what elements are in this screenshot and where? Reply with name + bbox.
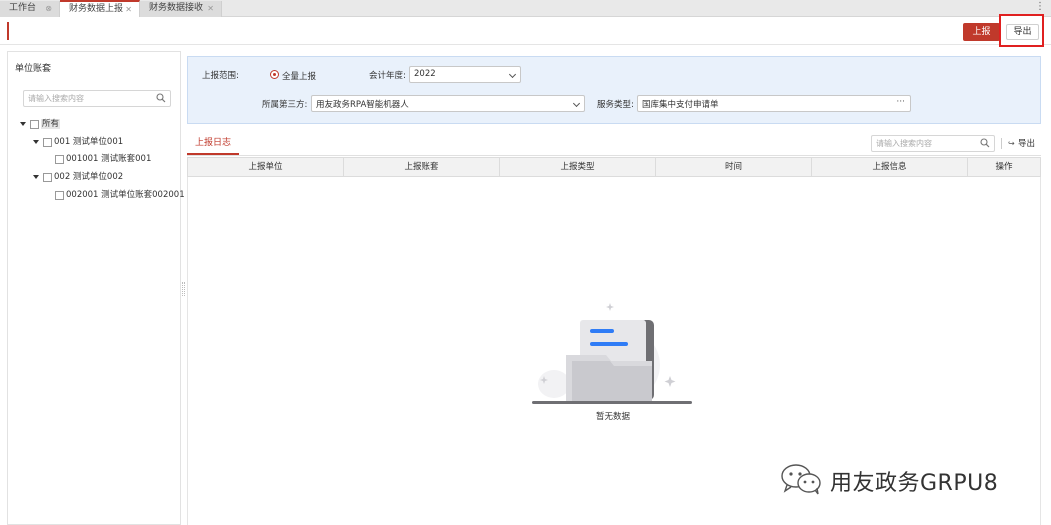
search-icon[interactable]	[980, 138, 990, 148]
third-party-select[interactable]: 用友政务RPA智能机器人	[311, 95, 585, 112]
tree-checkbox[interactable]	[30, 119, 39, 129]
column-header[interactable]: 上报单位	[188, 158, 344, 176]
panel-resize-handle[interactable]	[182, 282, 185, 296]
year-label: 会计年度:	[369, 71, 406, 81]
tree-search-box	[23, 90, 171, 107]
search-icon[interactable]	[156, 93, 166, 103]
watermark-text: 用友政务GRPU8	[830, 471, 999, 496]
report-button[interactable]: 上报	[963, 23, 1000, 41]
tree-label: 002 测试单位002	[54, 172, 124, 182]
year-select[interactable]: 2022	[409, 66, 521, 83]
filter-panel: 上报范围: 全量上报 会计年度: 2022 所属第三方: 用友政务RPA智能机器…	[187, 56, 1041, 124]
tab-report-log[interactable]: 上报日志	[187, 133, 239, 155]
service-type-label: 服务类型:	[597, 100, 634, 110]
tab-finance-receive[interactable]: 财务数据接收 ✕	[140, 1, 222, 17]
tree-checkbox[interactable]	[55, 190, 64, 200]
column-header[interactable]: 上报信息	[812, 158, 968, 176]
tab-label: 财务数据上报	[69, 4, 124, 14]
close-icon[interactable]: ⊗	[45, 1, 52, 16]
export-icon: ↪	[1008, 139, 1015, 148]
service-type-value: 国库集中支付申请单	[642, 100, 719, 110]
tab-bar: 工作台 ⊗ 财务数据上报 ✕ 财务数据接收 ✕ ⋮	[0, 0, 1051, 17]
tree-label: 001 测试单位001	[54, 137, 124, 147]
chevron-down-icon	[572, 99, 581, 108]
tree-checkbox[interactable]	[55, 154, 64, 164]
tree-node-all[interactable]: 所有	[20, 117, 61, 131]
tree-label: 所有	[41, 119, 61, 129]
caret-down-icon[interactable]	[33, 175, 39, 179]
third-party-value: 用友政务RPA智能机器人	[316, 100, 409, 110]
tree-label: 001001 测试账套001	[66, 154, 152, 164]
more-vertical-icon[interactable]: ⋮	[1035, 2, 1045, 12]
column-header[interactable]: 上报账套	[344, 158, 500, 176]
close-icon[interactable]: ✕	[125, 2, 132, 17]
third-party-label: 所属第三方:	[262, 100, 308, 110]
empty-state-text: 暂无数据	[595, 412, 630, 422]
export-button[interactable]: 导出	[1006, 24, 1039, 40]
log-search-box	[871, 135, 995, 152]
tab-label: 财务数据接收	[149, 3, 204, 13]
tab-label: 工作台	[9, 3, 37, 13]
table-header: 上报单位 上报账套 上报类型 时间 上报信息 操作	[187, 157, 1041, 177]
year-value: 2022	[414, 69, 436, 79]
caret-down-icon[interactable]	[20, 122, 26, 126]
close-icon[interactable]: ✕	[207, 1, 214, 16]
tree-label: 002001 测试单位账套002001	[66, 190, 185, 200]
export-highlight-box: 导出	[999, 14, 1044, 47]
column-header[interactable]: 时间	[656, 158, 812, 176]
divider	[187, 155, 1041, 156]
scope-option-label[interactable]: 全量上报	[282, 70, 316, 82]
more-horizontal-icon[interactable]: ···	[896, 97, 905, 107]
log-search-input[interactable]	[876, 137, 976, 150]
tab-finance-report[interactable]: 财务数据上报 ✕	[60, 0, 140, 17]
column-header[interactable]: 上报类型	[500, 158, 656, 176]
tab-workbench[interactable]: 工作台 ⊗	[0, 1, 60, 17]
toolbar-accent-bar	[7, 22, 9, 40]
log-export-label: 导出	[1018, 139, 1036, 149]
toolbar: 上报 导出	[0, 14, 1051, 47]
tree-checkbox[interactable]	[43, 172, 52, 182]
log-export-button[interactable]: ↪ 导出	[1008, 137, 1035, 149]
panel-title: 单位账套	[15, 64, 52, 74]
tree-search-input[interactable]	[28, 92, 152, 105]
chevron-down-icon	[508, 70, 517, 79]
tree-node-book-001001[interactable]: 001001 测试账套001	[55, 152, 151, 166]
empty-state-illustration	[532, 303, 692, 404]
tree-node-unit-002[interactable]: 002 测试单位002	[33, 170, 123, 184]
wechat-icon	[781, 464, 821, 495]
app-window: 工作台 ⊗ 财务数据上报 ✕ 财务数据接收 ✕ ⋮ 上报 导出 单位账套 请输入…	[0, 0, 1051, 525]
unit-book-panel: 单位账套 所有 001 测试单位001 001001 测试账套001 002 测…	[7, 51, 185, 525]
scope-label: 上报范围:	[202, 71, 239, 81]
caret-down-icon[interactable]	[33, 140, 39, 144]
divider	[1001, 138, 1002, 149]
tree-node-book-002001[interactable]: 002001 测试单位账套002001	[55, 188, 185, 202]
tree-checkbox[interactable]	[43, 137, 52, 147]
service-type-picker[interactable]: 国库集中支付申请单 ···	[637, 95, 911, 112]
tree-node-unit-001[interactable]: 001 测试单位001	[33, 135, 123, 149]
scope-radio-full[interactable]	[270, 70, 279, 79]
column-header[interactable]: 操作	[968, 158, 1040, 176]
